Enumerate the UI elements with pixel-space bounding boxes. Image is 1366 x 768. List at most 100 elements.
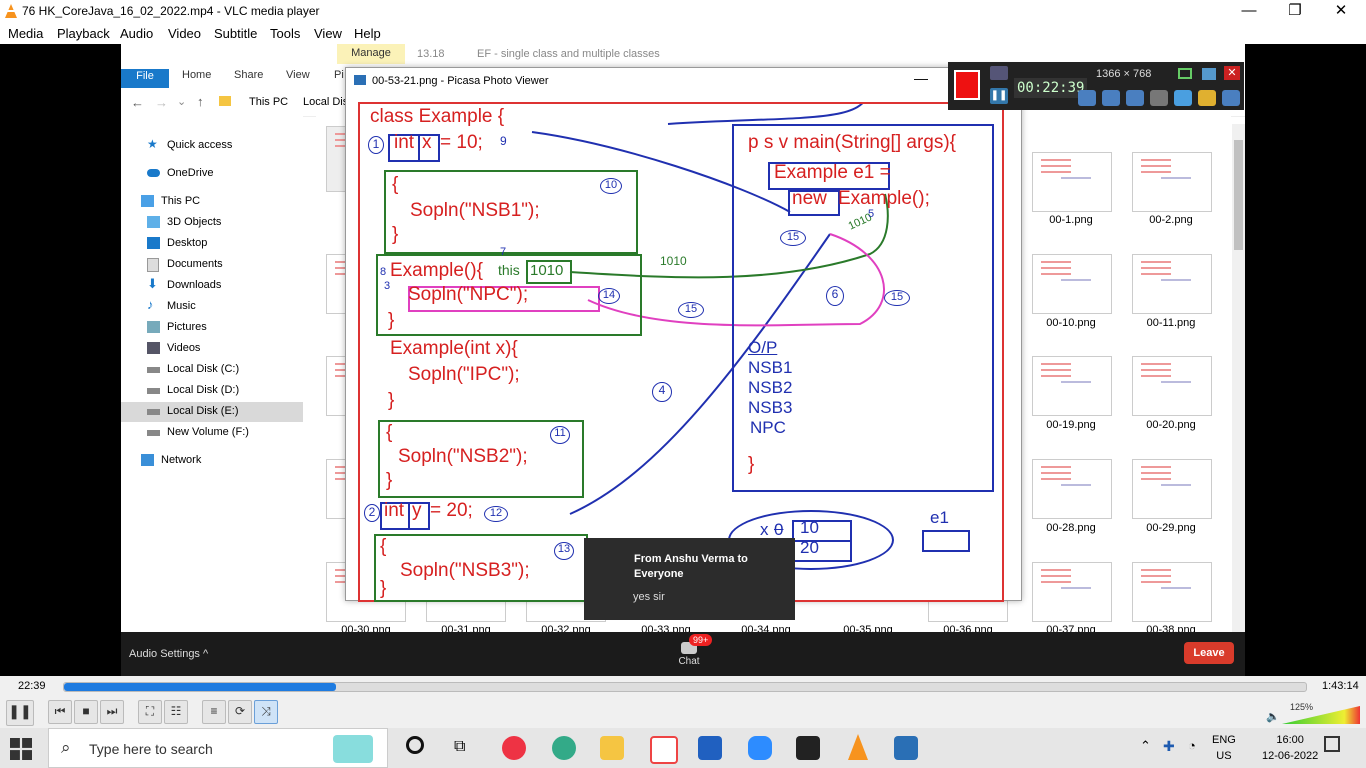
language-indicator[interactable]: ENG US xyxy=(1212,732,1236,764)
chrome-icon[interactable] xyxy=(552,736,576,760)
nav-network[interactable]: Network xyxy=(129,451,303,471)
video-area[interactable]: Manage 13.18 EF - single class and multi… xyxy=(0,44,1366,676)
file-thumbnail[interactable] xyxy=(326,356,365,416)
file-name[interactable]: 00-37.png xyxy=(1021,624,1121,632)
file-name[interactable]: 00-33.png xyxy=(616,624,716,632)
nav-music[interactable]: ♪ Music xyxy=(129,297,303,317)
next-button[interactable]: ⏭ xyxy=(100,700,124,724)
explorer-scrollbar[interactable] xyxy=(1232,124,1245,632)
file-name[interactable]: 00-38.png xyxy=(1121,624,1221,632)
cursor-icon[interactable] xyxy=(1150,90,1168,106)
breadcrumb-local-disk[interactable]: Local Dis xyxy=(303,96,348,108)
zoom-icon[interactable] xyxy=(748,736,772,760)
vlc-taskbar-icon[interactable] xyxy=(846,734,870,762)
store-icon[interactable] xyxy=(698,736,722,760)
file-name[interactable]: 00-19.png xyxy=(1021,419,1121,431)
gear-icon[interactable] xyxy=(1222,90,1240,106)
scrollbar-thumb[interactable] xyxy=(1234,140,1243,250)
file-name[interactable]: 00-28.png xyxy=(1021,522,1121,534)
back-icon[interactable]: ← xyxy=(131,95,144,110)
file-explorer-icon[interactable] xyxy=(600,736,624,760)
nav-quick-access[interactable]: ★ Quick access xyxy=(129,136,303,156)
tab-view[interactable]: View xyxy=(286,69,310,81)
menu-playback[interactable]: Playback xyxy=(57,26,110,41)
snipping-tool-icon[interactable] xyxy=(650,736,678,764)
playlist-button[interactable]: ≡ xyxy=(202,700,226,724)
record-stop-button[interactable] xyxy=(954,70,980,100)
seek-bar[interactable] xyxy=(63,682,1307,692)
task-view-icon[interactable]: ⧉ xyxy=(454,738,465,756)
recorder-app-icon[interactable] xyxy=(502,736,526,760)
nav-local-disk-e[interactable]: Local Disk (E:) xyxy=(121,402,303,422)
file-thumbnail[interactable] xyxy=(1032,356,1112,416)
up-icon[interactable]: ↑ xyxy=(197,94,204,109)
nav-videos[interactable]: Videos xyxy=(129,339,303,359)
nav-desktop[interactable]: Desktop xyxy=(129,234,303,254)
file-thumbnail[interactable] xyxy=(1132,562,1212,622)
nav-new-volume-f[interactable]: New Volume (F:) xyxy=(129,423,303,443)
file-thumbnail[interactable] xyxy=(1132,254,1212,314)
tab-picture-tools[interactable]: Pi xyxy=(334,69,344,81)
menu-tools[interactable]: Tools xyxy=(270,26,300,41)
tab-share[interactable]: Share xyxy=(234,69,263,81)
forward-icon[interactable]: → xyxy=(155,95,168,110)
nav-local-disk-d[interactable]: Local Disk (D:) xyxy=(129,381,303,401)
plus-icon[interactable]: ✚ xyxy=(1163,738,1175,755)
notification-icon[interactable] xyxy=(1324,736,1340,752)
file-name[interactable]: 00-32.png xyxy=(516,624,616,632)
chevron-up-icon[interactable]: ⌃ xyxy=(1140,738,1151,754)
cortana-icon[interactable] xyxy=(406,736,424,754)
file-name[interactable]: 00-30.png xyxy=(316,624,416,632)
manage-tab[interactable]: Manage xyxy=(337,44,405,64)
nav-onedrive[interactable]: OneDrive xyxy=(129,164,303,184)
tab-home[interactable]: Home xyxy=(182,69,211,81)
file-thumbnail[interactable] xyxy=(1032,152,1112,212)
file-thumbnail[interactable] xyxy=(1032,562,1112,622)
nav-3d-objects[interactable]: 3D Objects xyxy=(129,213,303,233)
file-thumbnail[interactable] xyxy=(1032,254,1112,314)
menu-media[interactable]: Media xyxy=(8,26,43,41)
picasa-minimize-button[interactable]: — xyxy=(914,70,928,86)
minimize-button[interactable]: — xyxy=(1226,0,1272,23)
leave-button[interactable]: Leave xyxy=(1184,642,1234,664)
file-name[interactable]: 00-1.png xyxy=(1021,214,1121,226)
file-name[interactable]: 00-10.png xyxy=(1021,317,1121,329)
shuffle-button[interactable]: ⤨ xyxy=(254,700,278,724)
file-thumbnail[interactable] xyxy=(1032,459,1112,519)
microphone-icon[interactable] xyxy=(1102,90,1120,106)
webcam-icon[interactable] xyxy=(1126,90,1144,106)
menu-view[interactable]: View xyxy=(314,26,342,41)
audio-settings-button[interactable]: Audio Settings ^ xyxy=(129,648,208,660)
nav-downloads[interactable]: ⬇ Downloads xyxy=(129,276,303,296)
photos-icon[interactable] xyxy=(894,736,918,760)
file-thumbnail[interactable] xyxy=(326,459,365,519)
pause-icon[interactable]: ❚❚ xyxy=(990,88,1008,104)
pause-button[interactable]: ❚❚ xyxy=(6,700,34,726)
file-name[interactable]: 00-35.png xyxy=(818,624,918,632)
file-name[interactable]: 00-2.png xyxy=(1121,214,1221,226)
file-name[interactable]: 00-11.png xyxy=(1121,317,1221,329)
file-name[interactable]: 00-29.png xyxy=(1121,522,1221,534)
fullscreen-button[interactable]: ⛶ xyxy=(138,700,162,724)
stop-button[interactable]: ■ xyxy=(74,700,98,724)
nav-this-pc[interactable]: This PC xyxy=(129,192,303,212)
chat-notification[interactable]: From Anshu Verma to Everyone yes sir xyxy=(584,538,795,620)
close-icon[interactable]: ✕ xyxy=(1224,66,1240,80)
fullscreen-icon[interactable] xyxy=(1178,68,1192,79)
file-thumbnail[interactable] xyxy=(1132,356,1212,416)
file-thumbnail[interactable] xyxy=(1132,152,1212,212)
close-button[interactable]: ✕ xyxy=(1318,0,1364,23)
menu-help[interactable]: Help xyxy=(354,26,381,41)
minimize-icon[interactable] xyxy=(1202,68,1216,80)
windows-start-icon[interactable] xyxy=(10,738,32,760)
nav-pictures[interactable]: Pictures xyxy=(129,318,303,338)
volume-slider[interactable] xyxy=(1282,706,1362,724)
breadcrumb-this-pc[interactable]: This PC xyxy=(249,96,288,108)
file-thumbnail[interactable] xyxy=(1132,459,1212,519)
loop-button[interactable]: ⟳ xyxy=(228,700,252,724)
maximize-button[interactable]: ❐ xyxy=(1272,0,1318,23)
file-name[interactable]: 00-20.png xyxy=(1121,419,1221,431)
previous-button[interactable]: ⏮ xyxy=(48,700,72,724)
extended-settings-button[interactable]: ☷ xyxy=(164,700,188,724)
wifi-icon[interactable]: ◔ xyxy=(1188,738,1196,753)
